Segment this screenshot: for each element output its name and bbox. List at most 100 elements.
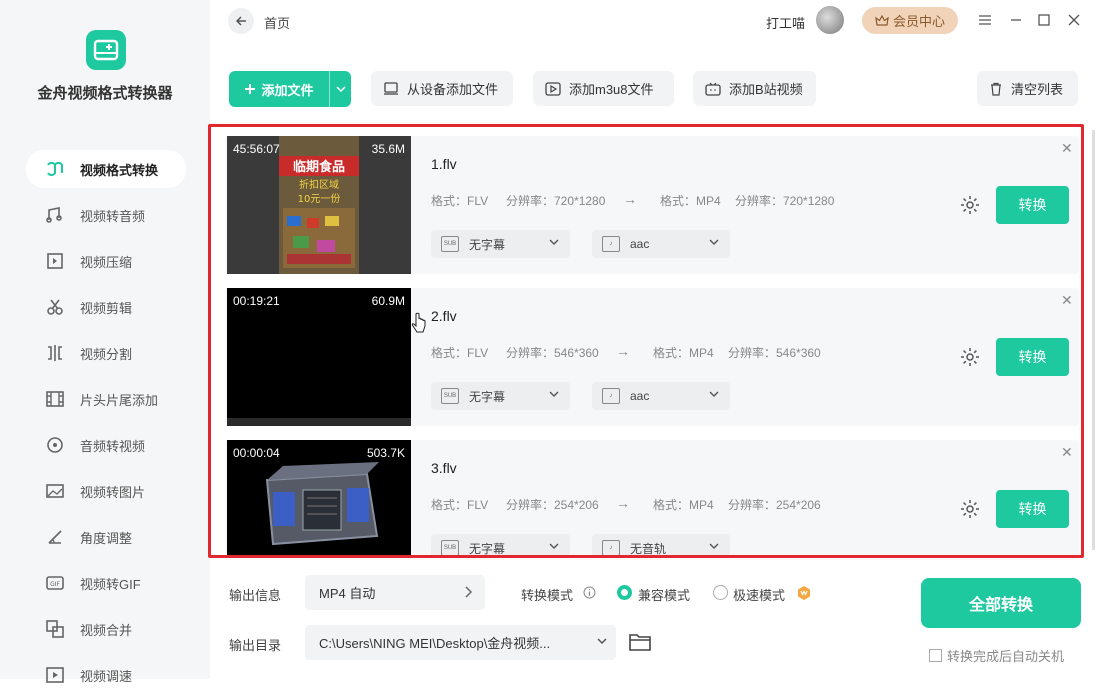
convert-all-button[interactable]: 全部转换: [921, 578, 1081, 628]
auto-shutdown-checkbox[interactable]: [929, 649, 942, 662]
file-size: 60.9M: [371, 294, 405, 308]
output-format-value: MP4 自动: [319, 586, 376, 601]
play-box-icon: [545, 81, 561, 96]
clear-list-button[interactable]: 清空列表: [977, 71, 1078, 106]
compat-mode-radio[interactable]: [617, 585, 632, 600]
chevron-down-icon: [709, 239, 719, 245]
output-dir-label: 输出目录: [229, 638, 282, 653]
sidebar-item-split[interactable]: 视频分割: [26, 330, 186, 376]
audio-track-select[interactable]: ♪ 无音轨: [592, 534, 730, 555]
back-button[interactable]: [228, 8, 254, 34]
subtitle-select[interactable]: SUB 无字幕: [431, 382, 570, 410]
sidebar-item-edit[interactable]: 视频剪辑: [26, 284, 186, 330]
chevron-down-icon: [549, 543, 559, 549]
convert-button[interactable]: 转换: [996, 338, 1069, 376]
auto-shutdown-label: 转换完成后自动关机: [947, 649, 1065, 664]
audio-track-select[interactable]: ♪ aac: [592, 382, 730, 410]
remove-file-icon[interactable]: ✕: [1061, 444, 1073, 461]
sidebar-item-audio-to-video[interactable]: 音频转视频: [26, 422, 186, 468]
fast-mode-radio[interactable]: [713, 585, 728, 600]
arrow-right-icon: →: [623, 191, 637, 207]
scissors-icon: [44, 296, 66, 318]
gif-icon: GIF: [44, 572, 66, 594]
subtitle-select[interactable]: SUB 无字幕: [431, 230, 570, 258]
add-file-label: 添加文件: [261, 82, 314, 98]
arrow-right-icon: →: [616, 495, 630, 511]
sidebar-item-label: 视频转图片: [80, 484, 146, 500]
close-window-icon[interactable]: [1064, 10, 1084, 30]
add-file-button[interactable]: 添加文件: [229, 71, 351, 107]
add-from-device-button[interactable]: 从设备添加文件: [371, 71, 513, 106]
folder-icon[interactable]: [628, 632, 652, 652]
sidebar-item-label: 视频压缩: [80, 254, 133, 270]
subtitle-icon: SUB: [441, 388, 459, 404]
subtitle-value: 无字幕: [469, 541, 506, 556]
sidebar-item-intro-outro[interactable]: 片头片尾添加: [26, 376, 186, 422]
chevron-right-icon: [465, 586, 473, 598]
source-format: 格式：FLV: [431, 194, 489, 208]
split-icon: [44, 342, 66, 364]
add-file-dropdown[interactable]: [329, 71, 351, 107]
source-resolution: 分辨率：254*206: [506, 498, 599, 512]
video-thumbnail[interactable]: 00:19:21 60.9M: [227, 288, 411, 426]
trash-icon: [991, 82, 1001, 96]
sidebar-item-video-to-audio[interactable]: 视频转音频: [26, 192, 186, 238]
add-bilibili-button[interactable]: 添加B站视频: [693, 71, 816, 106]
video-thumbnail[interactable]: 00:00:04 503.7K: [227, 440, 411, 555]
source-format: 格式：FLV: [431, 346, 489, 360]
menu-icon[interactable]: [975, 10, 995, 30]
sidebar-item-label: 视频转音频: [80, 208, 146, 224]
file-name: 2.flv: [431, 308, 457, 324]
sidebar-item-video-to-image[interactable]: 视频转图片: [26, 468, 186, 514]
output-dir-select[interactable]: C:\Users\NING MEI\Desktop\金舟视频...: [305, 625, 616, 660]
chevron-down-icon: [709, 391, 719, 397]
maximize-icon[interactable]: [1034, 10, 1054, 30]
remove-file-icon[interactable]: ✕: [1061, 140, 1073, 157]
gear-icon[interactable]: [959, 346, 981, 368]
minimize-icon[interactable]: [1006, 10, 1026, 30]
fast-mode-label[interactable]: 极速模式: [733, 585, 785, 604]
output-info-label: 输出信息: [229, 588, 282, 603]
file-item: 00:19:21 60.9M 2.flv 格式：FLV 分辨率：546*360 …: [225, 288, 1079, 426]
add-from-device-label: 从设备添加文件: [407, 82, 499, 97]
convert-button[interactable]: 转换: [996, 186, 1069, 224]
sidebar-item-rotate[interactable]: 角度调整: [26, 514, 186, 560]
gear-icon[interactable]: [959, 194, 981, 216]
sidebar-item-video-convert[interactable]: 视频格式转换: [26, 150, 186, 188]
sidebar-item-compress[interactable]: 视频压缩: [26, 238, 186, 284]
vip-center-button[interactable]: 会员中心: [862, 7, 958, 34]
convert-button[interactable]: 转换: [996, 490, 1069, 528]
subtitle-select[interactable]: SUB 无字幕: [431, 534, 570, 556]
file-item: 临期食品 折扣区域 10元一份 45:56:07 35.6M 1.flv 格式：…: [225, 136, 1079, 274]
remove-file-icon[interactable]: ✕: [1061, 292, 1073, 309]
sidebar-item-speed[interactable]: 视频调速: [26, 652, 186, 698]
sign-subtitle: 折扣区域: [299, 178, 339, 191]
video-thumbnail[interactable]: 临期食品 折扣区域 10元一份 45:56:07 35.6M: [227, 136, 411, 274]
sidebar-item-merge[interactable]: 视频合并: [26, 606, 186, 652]
video-convert-icon: [44, 158, 66, 180]
compat-mode-label[interactable]: 兼容模式: [638, 585, 690, 604]
vip-badge-icon: [798, 586, 810, 600]
sidebar-item-label: 视频合并: [80, 622, 133, 638]
chevron-down-icon: [597, 638, 607, 645]
subtitle-icon: SUB: [441, 540, 459, 555]
output-format-select[interactable]: MP4 自动: [305, 575, 485, 610]
list-scrollbar[interactable]: [1092, 130, 1095, 550]
target-format: 格式：MP4: [660, 194, 721, 208]
add-file-main[interactable]: 添加文件: [229, 80, 329, 99]
file-name: 1.flv: [431, 156, 457, 172]
duration: 45:56:07: [233, 142, 280, 156]
auto-shutdown-option[interactable]: 转换完成后自动关机: [929, 646, 1064, 665]
sidebar-item-gif[interactable]: GIF 视频转GIF: [26, 560, 186, 606]
gear-icon[interactable]: [959, 498, 981, 520]
device-icon: [384, 81, 398, 95]
username: 打工喵: [766, 16, 806, 31]
add-m3u8-button[interactable]: 添加m3u8文件: [533, 71, 674, 106]
breadcrumb[interactable]: 首页: [264, 13, 290, 32]
avatar[interactable]: [814, 4, 846, 36]
audio-track-select[interactable]: ♪ aac: [592, 230, 730, 258]
bilibili-icon: [705, 82, 721, 96]
info-icon[interactable]: [583, 586, 596, 599]
sidebar-item-label: 音频转视频: [80, 438, 146, 454]
audio-track-icon: ♪: [602, 540, 620, 555]
